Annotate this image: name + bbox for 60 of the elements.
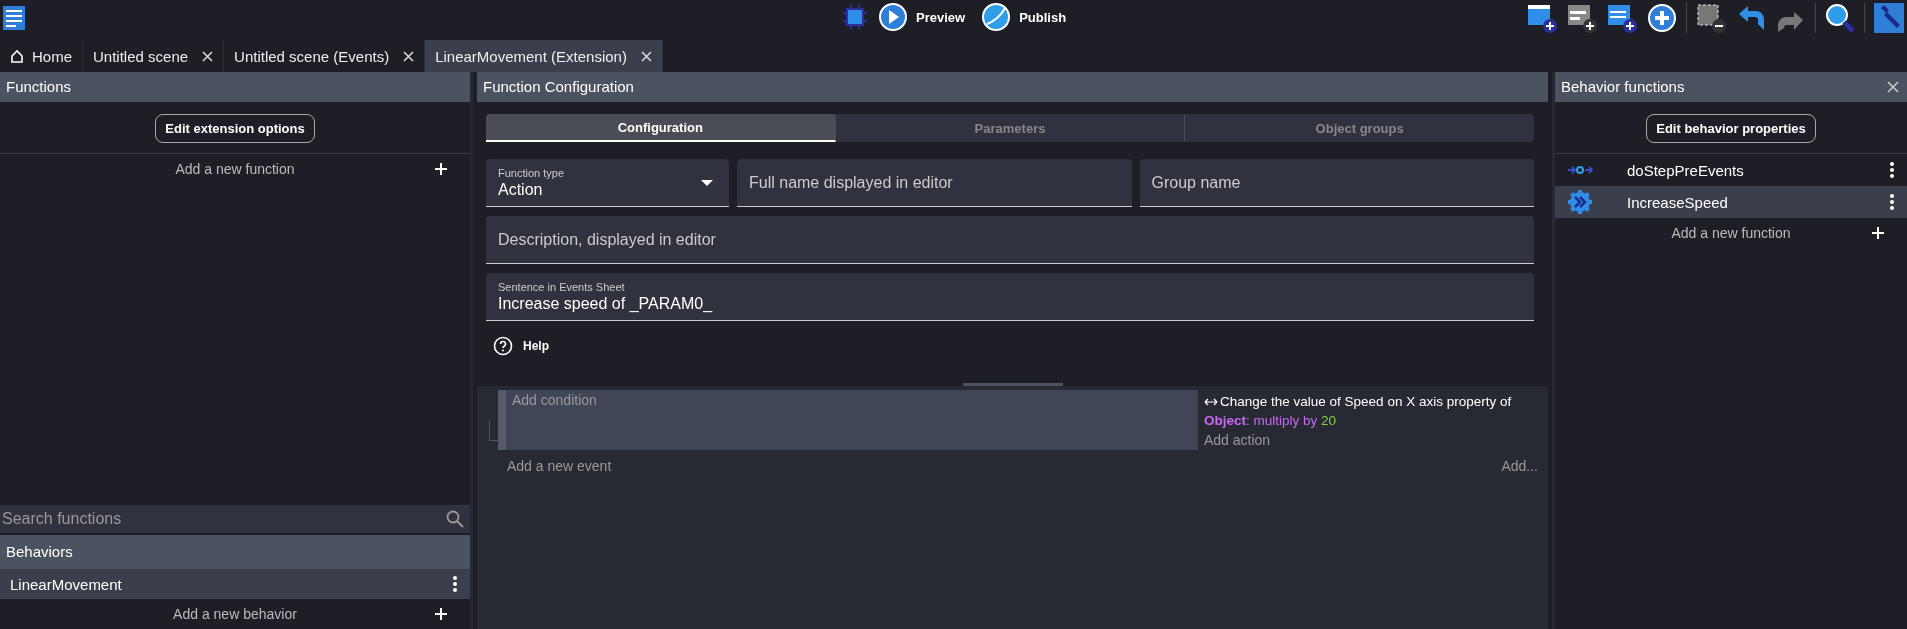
plus-icon[interactable] [1871,226,1885,240]
search-input[interactable]: Search functions [2,510,446,528]
connector-icon [1567,165,1593,175]
field-label: Sentence in Events Sheet [498,280,626,293]
plus-icon[interactable] [434,162,448,176]
events-add-icon[interactable] [1566,2,1598,34]
home-icon [10,49,24,63]
plus-icon[interactable] [434,607,448,621]
edit-behavior-properties-button[interactable]: Edit behavior properties [1646,114,1816,143]
config-tab[interactable]: Object groups [1185,114,1534,142]
search-field[interactable]: Search functions [0,505,470,535]
panel-title: Functions [0,72,470,102]
action-text[interactable]: Change the value of Speed on X axis property of Object: multiply by 20 [1204,392,1532,430]
publish-button[interactable]: Publish [981,2,1075,32]
play-icon [878,2,908,32]
add-icon[interactable] [1646,2,1678,34]
editor-tab[interactable]: LinearMovement (Extension) [425,40,663,72]
behavior-item[interactable]: LinearMovement [0,569,470,599]
description-field[interactable]: Description, displayed in editor [486,216,1534,264]
add-event-link[interactable]: Add a new event [507,458,612,474]
description-input[interactable]: Description, displayed in editor [498,230,1522,249]
add-more-link[interactable]: Add... [1501,458,1538,474]
layout-add-icon[interactable] [1606,2,1638,34]
group-name-field[interactable]: Group name [1139,159,1534,207]
preview-button[interactable]: Preview [878,2,974,32]
search-icon[interactable] [1824,2,1856,34]
panel-title: Function Configuration [477,72,1548,102]
function-item[interactable]: IncreaseSpeed [1555,186,1907,218]
sentence-input[interactable]: Increase speed of _PARAM0_ [498,294,1522,313]
more-icon[interactable] [1889,161,1895,179]
arrow-icon [1204,398,1218,407]
search-icon [446,510,464,528]
add-function-link[interactable]: Add a new function [1671,225,1791,241]
gear-icon [1567,189,1593,215]
full-name-input[interactable]: Full name displayed in editor [749,173,1120,192]
add-behavior-link[interactable]: Add a new behavior [173,606,297,622]
globe-icon [981,2,1012,32]
more-icon[interactable] [452,575,458,593]
function-type-dropdown[interactable]: Function type Action [486,159,729,207]
selection-remove-icon[interactable] [1695,2,1727,34]
group-name-input[interactable]: Group name [1151,173,1522,192]
config-tab[interactable]: Configuration [486,114,836,142]
chip-icon[interactable] [840,3,870,31]
dropdown-caret-icon [701,179,713,186]
scene-add-icon[interactable] [1526,2,1558,34]
add-function-link[interactable]: Add a new function [175,161,295,177]
section-title: Behaviors [0,535,470,569]
close-icon[interactable] [202,50,214,62]
close-icon[interactable] [640,50,652,62]
help-icon[interactable] [493,336,513,356]
full-name-field[interactable]: Full name displayed in editor [737,159,1132,207]
help-link[interactable]: Help [523,339,549,353]
add-action-link[interactable]: Add action [1204,432,1532,448]
edit-extension-options-button[interactable]: Edit extension options [155,114,315,143]
function-item[interactable]: doStepPreEvents [1555,154,1907,186]
config-tab[interactable]: Parameters [835,114,1186,142]
sentence-field[interactable]: Sentence in Events Sheet Increase speed of _PARAM0_ [486,273,1534,321]
more-icon[interactable] [1889,193,1895,211]
panel-title: Behavior functions [1561,77,1685,97]
close-icon[interactable] [403,50,415,62]
